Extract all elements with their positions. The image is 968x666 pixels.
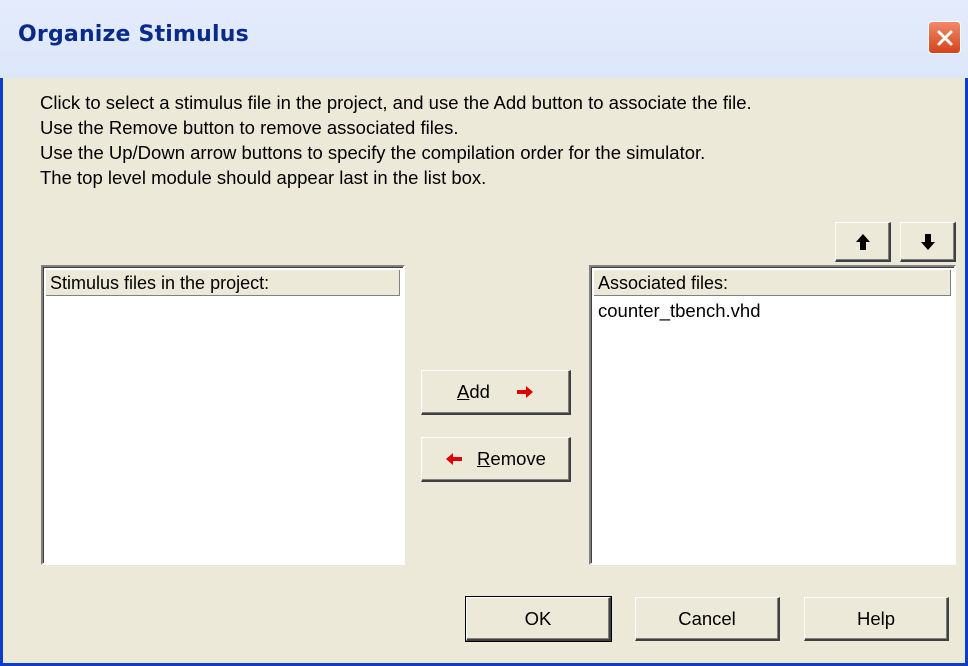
associated-files-items: counter_tbench.vhd xyxy=(594,299,951,323)
title-bar[interactable]: Organize Stimulus xyxy=(0,0,968,78)
add-button-label: Add xyxy=(457,381,490,402)
ok-button[interactable]: OK xyxy=(465,596,612,642)
associated-files-header[interactable]: Associated files: xyxy=(594,270,951,296)
arrow-up-icon xyxy=(855,233,870,250)
move-up-button[interactable] xyxy=(835,222,891,262)
remove-button-label: Remove xyxy=(477,448,546,469)
instruction-line-4: The top level module should appear last … xyxy=(40,167,487,188)
arrow-left-icon xyxy=(446,453,463,465)
cancel-button[interactable]: Cancel xyxy=(635,597,780,641)
organize-stimulus-dialog: Organize Stimulus Click to select a stim… xyxy=(0,0,968,666)
close-button[interactable] xyxy=(928,21,961,54)
arrow-down-icon xyxy=(920,233,935,250)
associated-files-list[interactable]: Associated files: counter_tbench.vhd xyxy=(589,265,956,565)
stimulus-files-list[interactable]: Stimulus files in the project: xyxy=(41,265,405,565)
instructions: Click to select a stimulus file in the p… xyxy=(40,90,752,190)
arrow-right-icon xyxy=(516,386,533,398)
help-button[interactable]: Help xyxy=(804,597,949,641)
close-icon xyxy=(937,30,952,45)
instruction-line-3: Use the Up/Down arrow buttons to specify… xyxy=(40,142,706,163)
list-item[interactable]: counter_tbench.vhd xyxy=(594,299,951,323)
move-down-button[interactable] xyxy=(900,222,956,262)
instruction-line-1: Click to select a stimulus file in the p… xyxy=(40,92,752,113)
instruction-line-2: Use the Remove button to remove associat… xyxy=(40,117,459,138)
stimulus-files-header[interactable]: Stimulus files in the project: xyxy=(46,270,400,296)
dialog-title: Organize Stimulus xyxy=(18,22,249,47)
add-button[interactable]: Add xyxy=(421,370,571,415)
remove-button[interactable]: Remove xyxy=(421,437,571,482)
